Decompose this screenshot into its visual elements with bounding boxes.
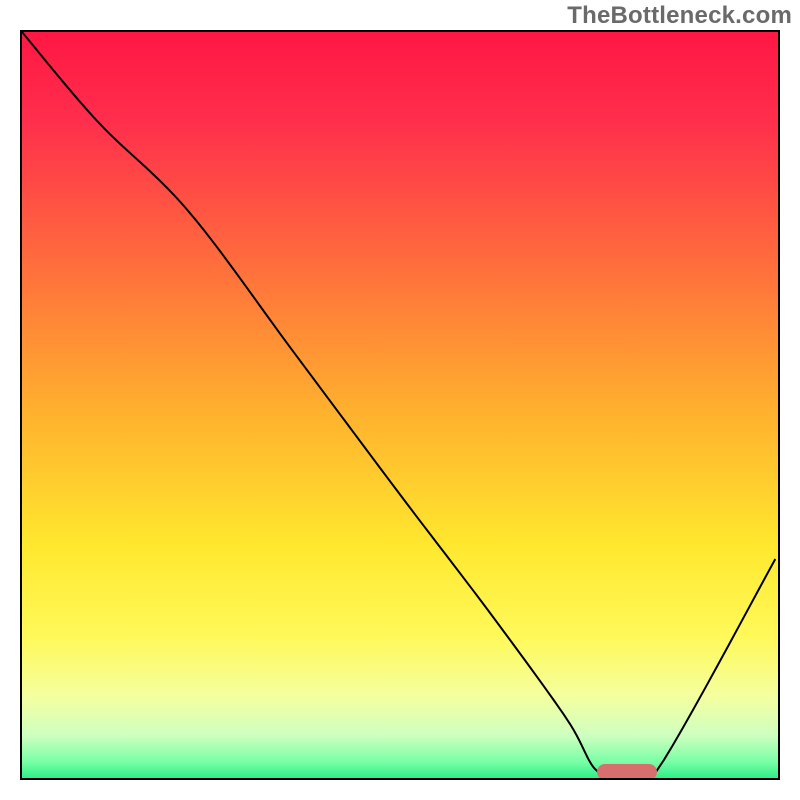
chart-container: TheBottleneck.com (0, 0, 800, 800)
plot-area (20, 30, 780, 780)
optimal-range-marker (597, 764, 657, 780)
bottleneck-curve (22, 32, 778, 778)
watermark-text: TheBottleneck.com (567, 2, 792, 30)
